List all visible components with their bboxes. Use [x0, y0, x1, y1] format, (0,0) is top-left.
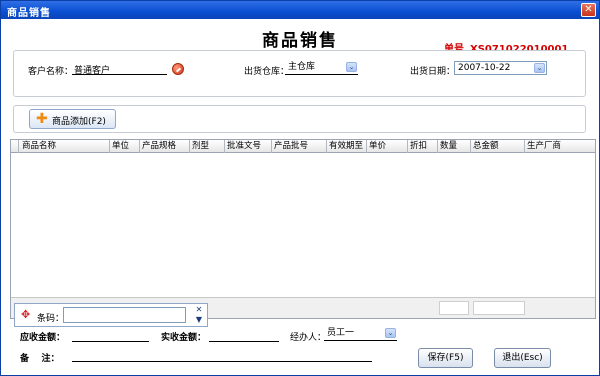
- handler-select[interactable]: 员工一 ⌄: [324, 327, 397, 341]
- col-header[interactable]: 总金额: [471, 140, 525, 153]
- receivable-field[interactable]: [72, 330, 149, 342]
- product-grid[interactable]: 商品名称 单位 产品规格 剂型 批准文号 产品批号 有效期至 单价 折扣 数量 …: [10, 139, 596, 319]
- col-header[interactable]: 数量: [438, 140, 471, 153]
- exit-button[interactable]: 退出(Esc): [494, 348, 551, 368]
- chevron-down-icon[interactable]: ⌄: [385, 328, 396, 338]
- footer-quantity-total: [439, 301, 469, 315]
- customer-label: 客户名称：: [28, 67, 74, 77]
- date-picker[interactable]: 2007-10-22 ⌄: [454, 61, 547, 75]
- date-value: 2007-10-22: [458, 63, 511, 73]
- move-icon[interactable]: ✥: [21, 309, 30, 320]
- received-label: 实收金额：: [161, 333, 207, 343]
- add-product-button[interactable]: ✚ 商品添加(F2): [29, 109, 116, 129]
- handler-value: 员工一: [327, 328, 355, 338]
- close-button[interactable]: ✕: [581, 3, 596, 17]
- chevron-down-icon[interactable]: ⌄: [534, 63, 545, 73]
- add-panel: ✚ 商品添加(F2): [13, 105, 586, 133]
- col-header[interactable]: 折扣: [408, 140, 438, 153]
- col-header[interactable]: 生产厂商: [525, 140, 595, 153]
- received-field[interactable]: [209, 330, 279, 342]
- col-header[interactable]: 单价: [367, 140, 408, 153]
- remark-field[interactable]: [72, 350, 372, 362]
- barcode-input[interactable]: [63, 307, 186, 323]
- col-header[interactable]: 商品名称: [20, 140, 110, 153]
- window-title: 商品销售: [7, 8, 51, 19]
- barcode-panel-controls[interactable]: ✕ ▼: [191, 305, 207, 326]
- main-content: 商品销售 单号XS071022010001 客户名称： 普通客户 出货仓库： 主…: [4, 20, 596, 374]
- col-header[interactable]: 剂型: [190, 140, 225, 153]
- grid-header: 商品名称 单位 产品规格 剂型 批准文号 产品批号 有效期至 单价 折扣 数量 …: [11, 140, 595, 153]
- col-header[interactable]: 批准文号: [225, 140, 272, 153]
- col-header[interactable]: 有效期至: [327, 140, 367, 153]
- close-icon[interactable]: ✕: [191, 305, 207, 315]
- row-selector-header: [11, 140, 19, 153]
- handler-label: 经办人：: [290, 333, 327, 343]
- col-header[interactable]: 单位: [110, 140, 140, 153]
- save-button[interactable]: 保存(F5): [418, 348, 473, 368]
- footer-amount-total: [473, 301, 525, 315]
- chevron-down-icon[interactable]: ⌄: [346, 62, 357, 72]
- header-panel: 客户名称： 普通客户 出货仓库： 主仓库 ⌄ 出货日期： 2007-10-22 …: [13, 50, 586, 97]
- warehouse-label: 出货仓库：: [244, 67, 290, 77]
- remark-label: 备 注：: [20, 354, 60, 364]
- barcode-label: 条码：: [37, 314, 65, 324]
- barcode-panel: ✥ 条码： ✕ ▼: [14, 303, 208, 327]
- receivable-label: 应收金额：: [20, 333, 66, 343]
- title-bar: 商品销售 ✕: [1, 1, 599, 19]
- col-header[interactable]: 产品规格: [140, 140, 190, 153]
- date-label: 出货日期：: [410, 67, 456, 77]
- customer-lookup-icon[interactable]: [172, 63, 184, 75]
- add-product-label: 商品添加(F2): [52, 117, 106, 127]
- customer-field[interactable]: 普通客户: [72, 63, 167, 76]
- chevron-down-icon[interactable]: ▼: [191, 315, 207, 325]
- warehouse-value: 主仓库: [288, 62, 316, 72]
- sales-window: 商品销售 ✕ 商品销售 单号XS071022010001 客户名称： 普通客户 …: [0, 0, 600, 376]
- warehouse-select[interactable]: 主仓库 ⌄: [285, 61, 358, 75]
- plus-icon: ✚: [36, 111, 48, 127]
- col-header[interactable]: 产品批号: [272, 140, 327, 153]
